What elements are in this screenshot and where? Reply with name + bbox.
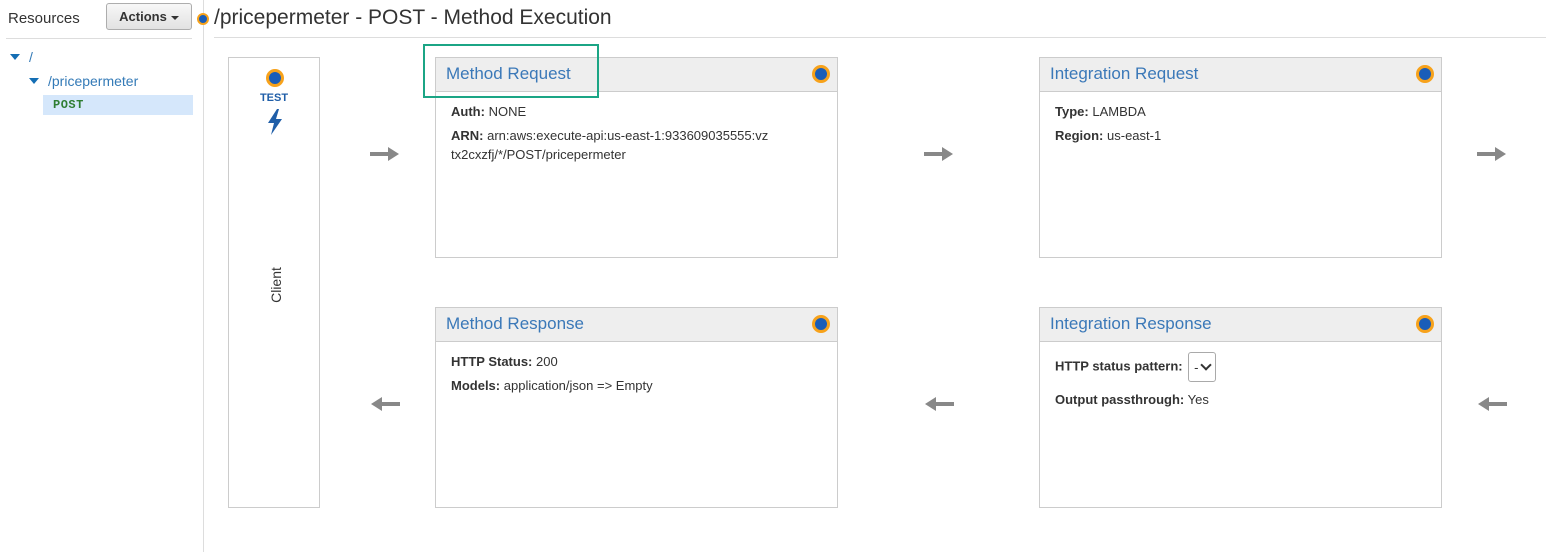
caret-down-icon[interactable] <box>29 78 39 84</box>
divider <box>6 38 192 39</box>
actions-button-label: Actions <box>119 9 167 24</box>
caret-down-icon[interactable] <box>10 54 20 60</box>
method-request-box: Method Request Auth: NONE ARN: arn:aws:e… <box>435 57 838 258</box>
arrow-left-icon <box>371 397 400 411</box>
models-value: application/json => Empty <box>503 378 653 393</box>
method-response-box: Method Response HTTP Status: 200 Models:… <box>435 307 838 508</box>
models-label: Models: <box>451 378 501 393</box>
arn-value: arn:aws:execute-api:us-east-1:9336090355… <box>451 128 769 162</box>
lightning-bolt-icon[interactable] <box>266 109 284 135</box>
integration-request-link[interactable]: Integration Request <box>1050 64 1198 84</box>
chevron-down-icon <box>1200 359 1213 371</box>
divider <box>214 37 1546 38</box>
status-dot-icon <box>197 12 209 30</box>
method-request-link[interactable]: Method Request <box>446 64 571 84</box>
status-dot-icon <box>266 69 284 87</box>
tree-item-pricepermeter[interactable]: /pricepermeter <box>29 73 138 89</box>
tree-item-root[interactable]: / <box>10 49 33 65</box>
method-response-header: Method Response <box>436 308 837 342</box>
status-pattern-value: - <box>1194 359 1199 375</box>
integration-response-box: Integration Response HTTP status pattern… <box>1039 307 1442 508</box>
caret-down-icon <box>170 15 179 20</box>
status-dot-icon <box>812 65 830 83</box>
http-status-value: 200 <box>536 354 558 369</box>
actions-button[interactable]: Actions <box>106 3 192 30</box>
tree-item-post-method[interactable]: POST <box>43 95 193 115</box>
arrow-left-icon <box>925 397 954 411</box>
arrow-left-icon <box>1478 397 1507 411</box>
http-status-label: HTTP Status: <box>451 354 533 369</box>
arn-label: ARN: <box>451 128 484 143</box>
arrow-right-icon <box>924 147 953 161</box>
test-link[interactable]: TEST <box>229 92 319 104</box>
integration-response-link[interactable]: Integration Response <box>1050 314 1212 334</box>
integration-request-header: Integration Request <box>1040 58 1441 92</box>
status-dot-icon <box>812 315 830 333</box>
page-title: /pricepermeter - POST - Method Execution <box>214 6 612 29</box>
status-pattern-select[interactable]: - <box>1188 352 1217 382</box>
arrow-right-icon <box>1477 147 1506 161</box>
status-dot-icon <box>1416 315 1434 333</box>
arrow-right-icon <box>370 147 399 161</box>
region-value: us-east-1 <box>1107 128 1162 143</box>
client-panel: TEST Client <box>228 57 320 508</box>
status-dot-icon <box>1416 65 1434 83</box>
tree-resource-label[interactable]: /pricepermeter <box>48 73 138 89</box>
status-pattern-label: HTTP status pattern: <box>1055 358 1183 374</box>
output-passthrough-label: Output passthrough: <box>1055 392 1185 407</box>
auth-value: NONE <box>488 104 527 119</box>
region-label: Region: <box>1055 128 1104 143</box>
type-value: LAMBDA <box>1092 104 1146 119</box>
integration-response-header: Integration Response <box>1040 308 1441 342</box>
resources-panel: Resources Actions / /pricepermeter POST <box>0 0 204 552</box>
client-label: Client <box>268 267 284 303</box>
auth-label: Auth: <box>451 104 485 119</box>
type-label: Type: <box>1055 104 1089 119</box>
integration-request-box: Integration Request Type: LAMBDA Region:… <box>1039 57 1442 258</box>
resources-title: Resources <box>8 10 80 27</box>
method-response-link[interactable]: Method Response <box>446 314 584 334</box>
tree-root-label[interactable]: / <box>29 49 33 65</box>
method-request-header: Method Request <box>436 58 837 92</box>
output-passthrough-value: Yes <box>1187 392 1209 407</box>
